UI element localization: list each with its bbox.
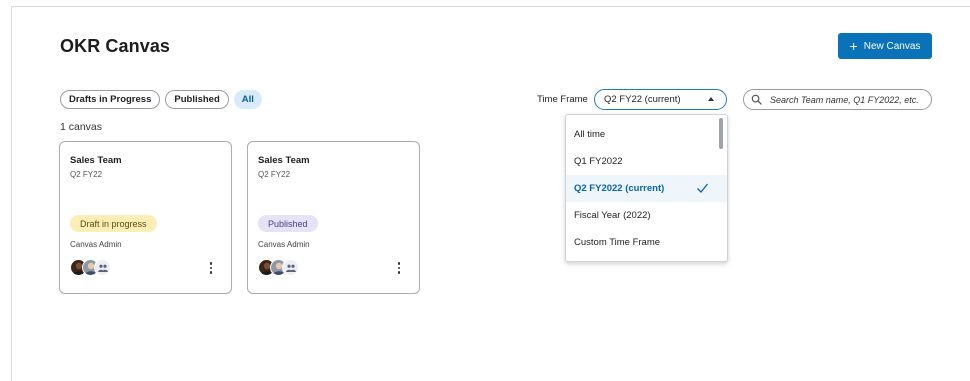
time-frame-value: Q2 FY22 (current) xyxy=(604,94,681,105)
group-icon xyxy=(94,259,111,276)
option-all-time[interactable]: All time xyxy=(566,121,727,148)
avatar-group xyxy=(258,259,299,276)
filter-all[interactable]: All xyxy=(233,90,262,109)
new-canvas-button[interactable]: + New Canvas xyxy=(838,33,932,59)
option-q1-fy2022[interactable]: Q1 FY2022 xyxy=(566,148,727,175)
check-icon xyxy=(697,183,709,193)
status-filters: Drafts in Progress Published All xyxy=(60,90,262,109)
canvas-card[interactable]: Sales Team Q2 FY22 Published Canvas Admi… xyxy=(247,141,420,294)
status-badge: Draft in progress xyxy=(70,215,157,232)
group-icon xyxy=(282,259,299,276)
card-period: Q2 FY22 xyxy=(70,170,103,179)
option-label: All time xyxy=(574,129,606,140)
card-team-name: Sales Team xyxy=(258,155,310,166)
canvas-card[interactable]: Sales Team Q2 FY22 Draft in progress Can… xyxy=(59,141,232,294)
avatar-group xyxy=(70,259,111,276)
card-role: Canvas Admin xyxy=(258,240,310,249)
plus-icon: + xyxy=(849,38,858,54)
card-period: Q2 FY22 xyxy=(258,170,291,179)
time-frame-label: Time Frame xyxy=(537,94,588,105)
option-label: Q1 FY2022 xyxy=(574,156,623,167)
caret-up-icon xyxy=(708,97,714,101)
new-canvas-label: New Canvas xyxy=(863,40,921,52)
filter-published[interactable]: Published xyxy=(165,90,229,109)
canvas-count: 1 canvas xyxy=(60,121,103,133)
option-label: Q2 FY2022 (current) xyxy=(574,183,665,194)
filter-drafts-in-progress[interactable]: Drafts in Progress xyxy=(60,90,161,109)
option-q2-fy2022-current[interactable]: Q2 FY2022 (current) xyxy=(566,175,727,202)
more-options-icon[interactable] xyxy=(205,260,217,276)
scrollbar-thumb[interactable] xyxy=(719,118,723,149)
more-options-icon[interactable] xyxy=(393,260,405,276)
status-badge: Published xyxy=(258,215,318,232)
option-custom-time-frame[interactable]: Custom Time Frame xyxy=(566,229,727,256)
option-label: Fiscal Year (2022) xyxy=(574,210,651,221)
search-icon xyxy=(751,94,762,105)
time-frame-select[interactable]: Q2 FY22 (current) xyxy=(594,89,727,110)
card-role: Canvas Admin xyxy=(70,240,122,249)
card-team-name: Sales Team xyxy=(70,155,122,166)
option-fiscal-year-2022[interactable]: Fiscal Year (2022) xyxy=(566,202,727,229)
search-input[interactable]: Search Team name, Q1 FY2022, etc. xyxy=(743,89,932,110)
search-placeholder: Search Team name, Q1 FY2022, etc. xyxy=(770,94,919,105)
time-frame-dropdown: All time Q1 FY2022 Q2 FY2022 (current) F… xyxy=(565,114,728,262)
page-title: OKR Canvas xyxy=(60,36,171,56)
option-label: Custom Time Frame xyxy=(574,237,661,248)
